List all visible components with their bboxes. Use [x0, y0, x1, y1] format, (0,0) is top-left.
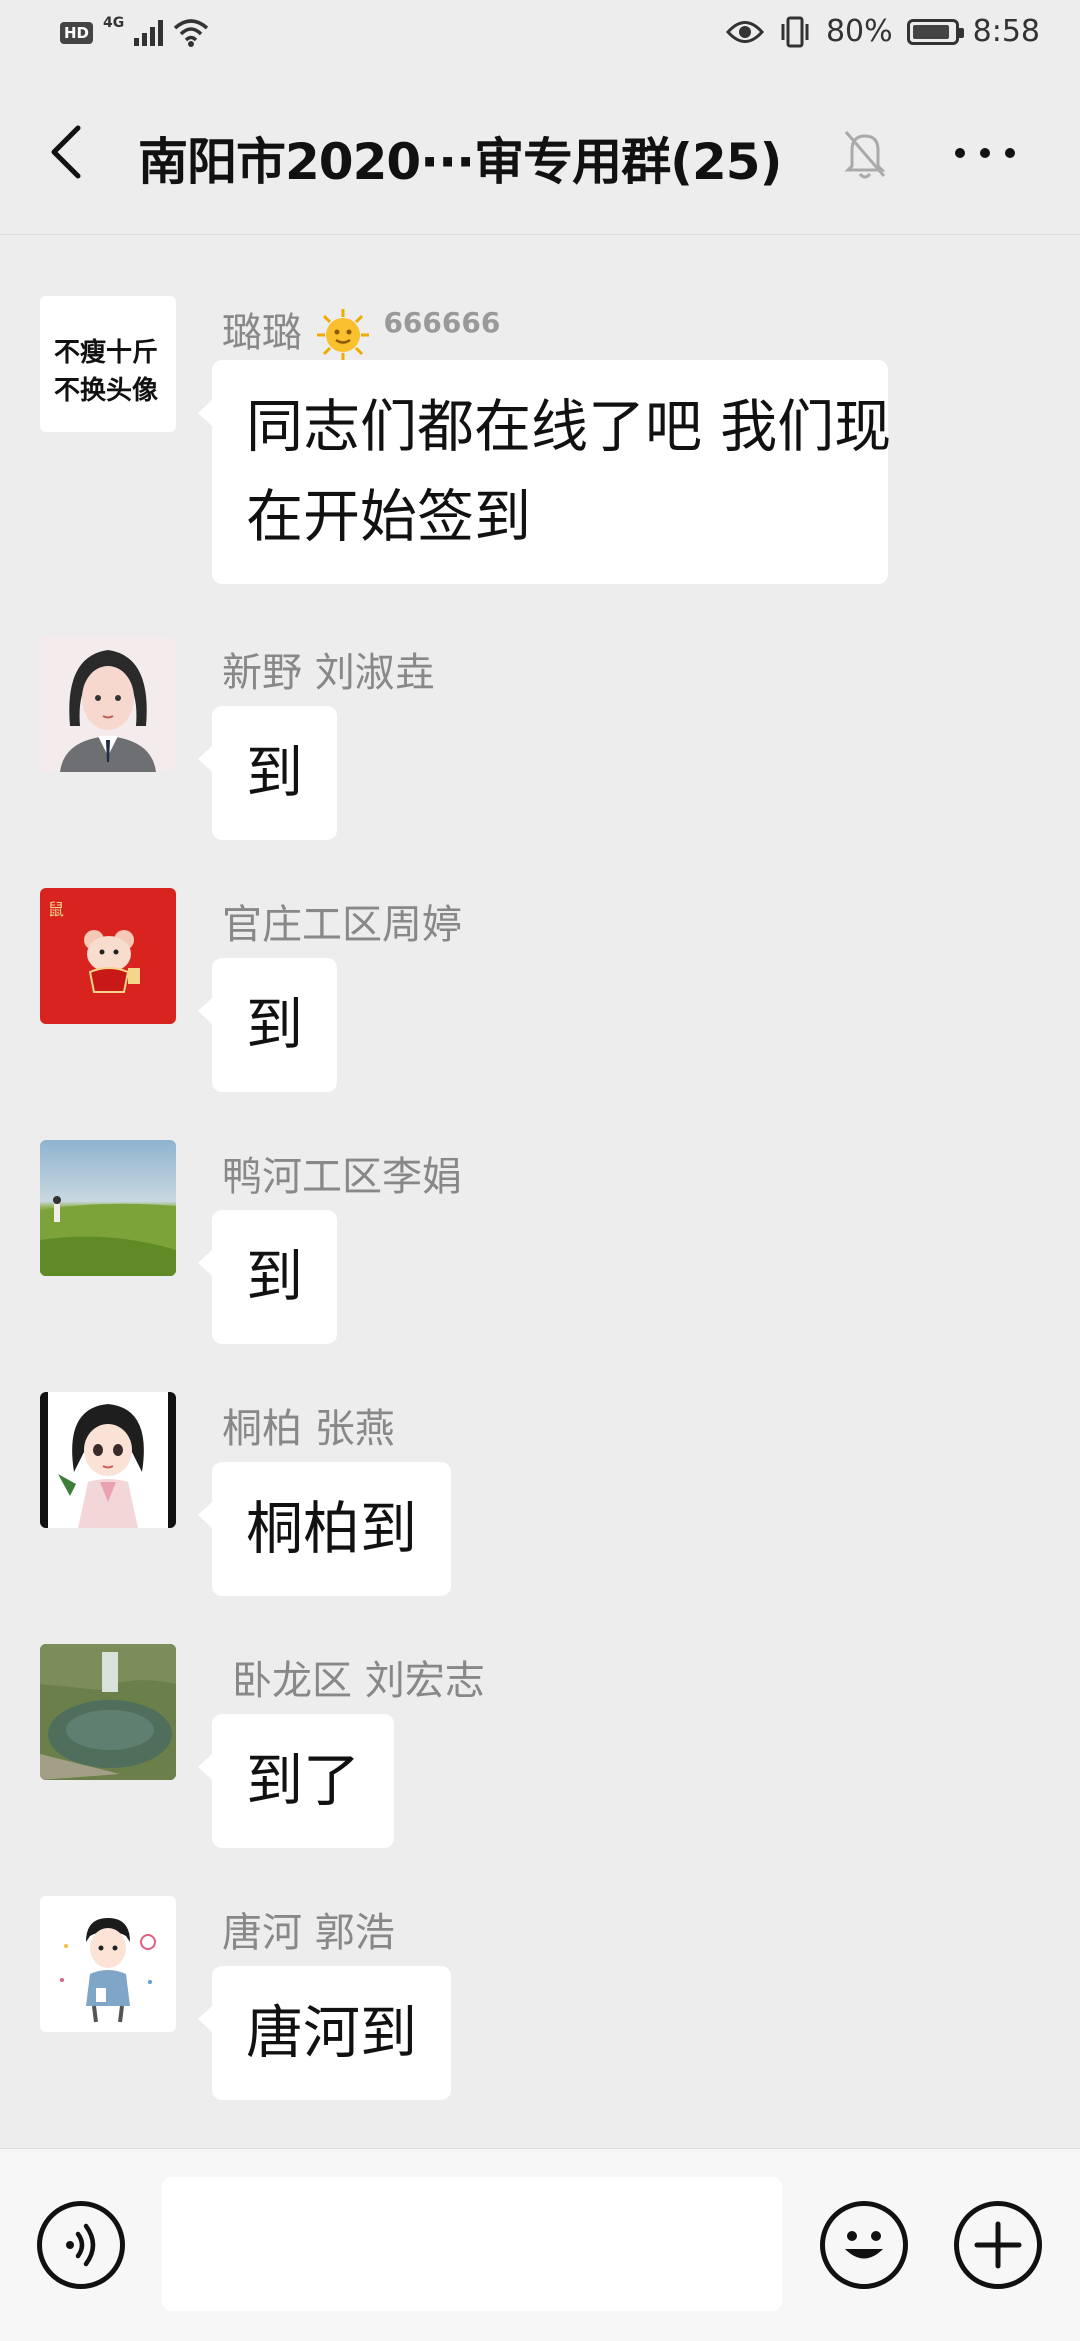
message-bubble[interactable]: 到 [198, 1210, 337, 1344]
group-title: 南阳市2020···审专用群(25) [138, 133, 782, 191]
girl-avatar-icon [60, 650, 156, 772]
message-input[interactable] [162, 2177, 782, 2311]
eye-icon [725, 20, 764, 43]
anime-girl-avatar-icon [58, 1404, 144, 1528]
network-type: 4G [103, 15, 125, 31]
message-text: 同志们都在线了吧 我们现 [246, 394, 892, 460]
message-bubble[interactable]: 到 [198, 958, 337, 1092]
voice-button[interactable] [37, 2201, 125, 2289]
avatar-text: 不换头像 [54, 376, 159, 406]
status-bar: HD 4G 80% 8:58 [0, 0, 1080, 76]
avatar-tag: 鼠 [48, 900, 65, 919]
add-more-button[interactable] [954, 2201, 1042, 2289]
avatar[interactable] [40, 1896, 176, 2032]
message-bubble[interactable]: 桐柏到 [198, 1462, 451, 1596]
more-options-icon[interactable] [950, 128, 1020, 178]
clock: 8:58 [972, 14, 1040, 49]
avatar[interactable] [40, 1140, 176, 1276]
message-bubble[interactable]: 唐河到 [198, 1966, 451, 2100]
signal-icon [134, 20, 164, 46]
landscape-photo-icon [40, 1196, 176, 1276]
avatar[interactable]: 鼠 [40, 888, 176, 1024]
input-bar [0, 2148, 1080, 2341]
avatar[interactable] [40, 1392, 176, 1528]
message-bubble[interactable]: 到了 [198, 1714, 394, 1848]
plus-icon [974, 2221, 1022, 2269]
emoji-button[interactable] [820, 2201, 908, 2289]
sender-name: 鸭河工区李娟 [222, 1154, 462, 1200]
battery-percent: 80% [825, 14, 893, 49]
sender-name: 官庄工区周婷 [222, 902, 462, 948]
avatar[interactable]: 不瘦十斤 不换头像 [40, 296, 176, 432]
chat-header: 南阳市2020···审专用群(25) [0, 76, 1080, 235]
back-arrow-icon[interactable] [40, 122, 100, 182]
sender-suffix: 666666 [383, 306, 501, 339]
voice-icon [66, 2223, 96, 2267]
message-bubble[interactable]: 到 [198, 706, 337, 840]
message-text: 在开始签到 [246, 484, 531, 550]
sender-name: 唐河 郭浩 [222, 1910, 395, 1956]
sun-emoji-icon [316, 309, 369, 361]
pond-photo-icon [40, 1644, 176, 1780]
sender-name: 桐柏 张燕 [222, 1406, 395, 1452]
mute-bell-icon [844, 131, 886, 179]
cartoon-boy-avatar-icon [60, 1918, 156, 2023]
wifi-icon [174, 19, 209, 47]
sender-name: 璐璐 666666 [222, 300, 500, 363]
smiley-icon [845, 2231, 883, 2259]
battery-icon [906, 18, 964, 45]
message-bubble[interactable]: 同志们都在线了吧 我们现 在开始签到 [198, 360, 892, 584]
vibrate-icon [781, 16, 809, 47]
hd-badge: HD [60, 22, 94, 44]
sender-name-text: 璐璐 [222, 310, 302, 356]
avatar[interactable] [40, 636, 176, 772]
sender-name: 卧龙区 刘宏志 [232, 1658, 485, 1704]
sender-name: 新野 刘淑垚 [222, 650, 435, 696]
avatar-text: 不瘦十斤 [54, 338, 159, 368]
avatar[interactable] [40, 1644, 176, 1780]
